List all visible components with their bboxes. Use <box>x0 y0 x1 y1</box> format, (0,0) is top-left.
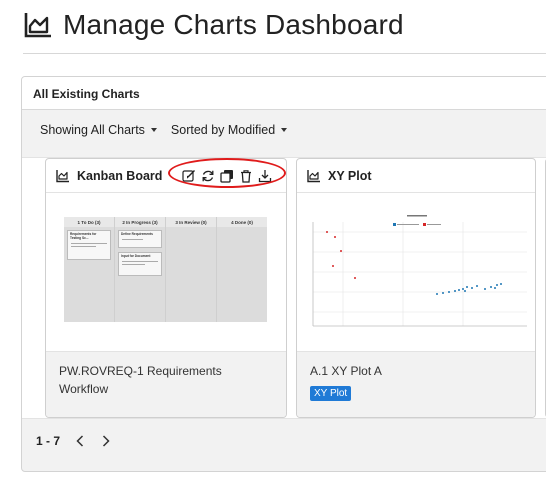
text-line <box>71 243 107 244</box>
text-line <box>71 246 97 247</box>
charts-panel: All Existing Charts Showing All Charts S… <box>21 76 546 472</box>
kanban-column: 4 Done (0) <box>217 217 267 322</box>
pagination: 1 - 7 <box>36 434 112 448</box>
plot-title <box>407 215 427 217</box>
page-title: Manage Charts Dashboard <box>63 9 404 40</box>
blue-series <box>436 283 502 295</box>
plot-axes <box>312 222 527 327</box>
chart-card-kanban[interactable]: Kanban Board 1 To Do (3) Requirements fo… <box>45 158 287 418</box>
card-title: XY Plot <box>328 168 372 183</box>
area-chart-icon <box>24 13 51 38</box>
chart-thumbnail <box>297 194 535 351</box>
card-footer: A.1 XY Plot A XY Plot <box>297 351 535 417</box>
chart-type-badge: XY Plot <box>310 386 352 401</box>
text-line <box>122 239 143 240</box>
plot-legend <box>393 223 441 226</box>
kanban-card: Input for Document <box>118 252 162 276</box>
chart-name: PW.ROVREQ-1 Requirements <box>59 364 222 378</box>
area-chart-icon <box>56 169 69 182</box>
card-title: Kanban Board <box>77 168 163 183</box>
chart-name: A.1 XY Plot A <box>310 364 382 378</box>
kanban-column-header: 2 In Progress (3) <box>115 217 165 227</box>
kanban-column-header: 1 To Do (3) <box>64 217 114 227</box>
chart-card-xy-plot[interactable]: XY Plot A.1 XY Plot A XY Plot <box>296 158 536 418</box>
trash-icon[interactable] <box>238 168 253 183</box>
kanban-card-title: Define Requirements <box>121 232 153 236</box>
chevron-down-icon <box>150 128 157 132</box>
kanban-column-header: 4 Done (0) <box>217 217 267 227</box>
card-footer: PW.ROVREQ-1 Requirements Workflow <box>46 351 286 417</box>
edit-icon[interactable] <box>181 168 196 183</box>
sort-dropdown-label: Sorted by Modified <box>170 123 276 137</box>
sort-dropdown[interactable]: Sorted by Modified <box>170 123 288 137</box>
text-line <box>122 264 146 265</box>
page-header: Manage Charts Dashboard <box>23 8 404 42</box>
refresh-icon[interactable] <box>200 168 215 183</box>
page-range: 1 - 7 <box>36 434 61 448</box>
kanban-column: 3 In Review (0) <box>166 217 216 322</box>
chevron-left-icon <box>76 435 84 447</box>
kanban-card-title: Input for Document <box>121 254 151 258</box>
kanban-column: 1 To Do (3) Requirements for Testing Sc.… <box>64 217 114 322</box>
kanban-card: Define Requirements <box>118 230 162 248</box>
card-header: XY Plot <box>297 159 535 193</box>
filter-dropdown[interactable]: Showing All Charts <box>40 123 157 137</box>
card-header: Kanban Board <box>46 159 286 193</box>
chart-thumbnail: 1 To Do (3) Requirements for Testing Sc.… <box>46 194 286 351</box>
xy-plot-preview <box>312 215 527 327</box>
toolbar: Showing All Charts Sorted by Modified <box>22 110 546 150</box>
chevron-right-icon <box>102 435 110 447</box>
chart-cards-row: Kanban Board 1 To Do (3) Requirements fo… <box>22 157 546 419</box>
kanban-column: 2 In Progress (3) Define Requirements In… <box>115 217 165 322</box>
kanban-card: Requirements for Testing Sc... <box>67 230 111 260</box>
plot-gridlines <box>313 222 527 326</box>
panel-title: All Existing Charts <box>22 77 546 110</box>
card-actions <box>181 168 272 183</box>
download-icon[interactable] <box>257 168 272 183</box>
next-page-button[interactable] <box>100 434 112 448</box>
area-chart-icon <box>307 169 320 182</box>
chart-name-continued: Workflow <box>59 382 109 396</box>
filter-dropdown-label: Showing All Charts <box>40 123 145 137</box>
kanban-card-title: Requirements for Testing Sc... <box>70 232 97 240</box>
copy-icon[interactable] <box>219 168 234 183</box>
kanban-column-header: 3 In Review (0) <box>166 217 216 227</box>
header-divider <box>23 53 546 54</box>
kanban-preview: 1 To Do (3) Requirements for Testing Sc.… <box>64 217 267 322</box>
chevron-down-icon <box>281 128 288 132</box>
prev-page-button[interactable] <box>74 434 86 448</box>
text-line <box>122 261 158 262</box>
